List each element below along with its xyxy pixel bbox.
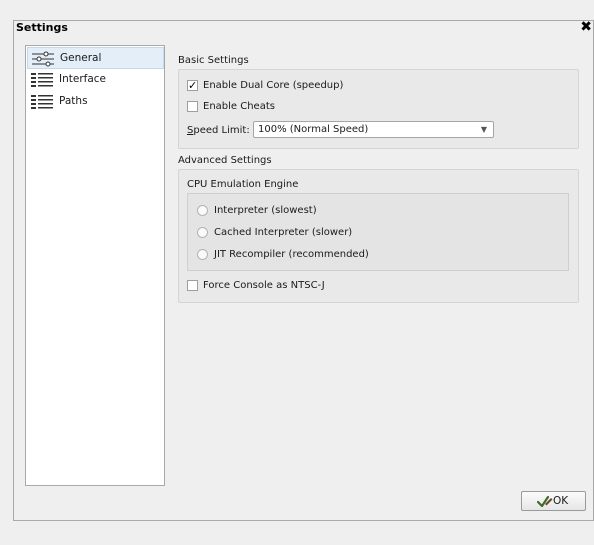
radio-button[interactable] bbox=[197, 227, 208, 238]
nav-label-general: General bbox=[60, 52, 102, 64]
title-bar: Settings ✖ bbox=[13, 19, 594, 37]
chevron-down-icon[interactable]: ▼ bbox=[481, 125, 487, 134]
cpu-engine-title: CPU Emulation Engine bbox=[187, 179, 299, 190]
list-icon bbox=[31, 95, 53, 109]
nav-item-general[interactable]: General bbox=[27, 47, 164, 69]
radio-button[interactable] bbox=[197, 205, 208, 216]
settings-nav-list: General Interface Paths bbox=[25, 45, 165, 486]
sliders-icon bbox=[32, 51, 54, 67]
radio-label-jit-recompiler: JIT Recompiler (recommended) bbox=[214, 249, 369, 260]
ok-button[interactable]: OK bbox=[521, 491, 586, 511]
speed-limit-label: Speed Limit: bbox=[187, 125, 250, 136]
checkbox-checked[interactable]: ✓ bbox=[187, 80, 198, 91]
nav-item-paths[interactable]: Paths bbox=[27, 91, 164, 113]
close-icon[interactable]: ✖ bbox=[580, 19, 592, 35]
checkbox-unchecked[interactable] bbox=[187, 101, 198, 112]
nav-label-interface: Interface bbox=[59, 73, 107, 85]
basic-settings-title: Basic Settings bbox=[178, 55, 249, 66]
nav-label-paths: Paths bbox=[59, 95, 88, 107]
ok-label: OK bbox=[553, 495, 569, 507]
speed-limit-label-rest: peed Limit: bbox=[193, 125, 250, 136]
checkmark-pencil-icon bbox=[537, 495, 553, 508]
advanced-settings-title: Advanced Settings bbox=[178, 155, 272, 166]
radio-label-interpreter: Interpreter (slowest) bbox=[214, 205, 317, 216]
checkbox-unchecked[interactable] bbox=[187, 280, 198, 291]
window-title: Settings bbox=[16, 21, 68, 34]
ntsc-label: Force Console as NTSC-J bbox=[203, 280, 325, 291]
dual-core-label: Enable Dual Core (speedup) bbox=[203, 80, 344, 91]
cheats-label: Enable Cheats bbox=[203, 101, 275, 112]
list-icon bbox=[31, 73, 53, 87]
speed-limit-select[interactable]: 100% (Normal Speed) ▼ bbox=[253, 121, 494, 138]
speed-limit-value: 100% (Normal Speed) bbox=[258, 124, 369, 135]
radio-label-cached-interpreter: Cached Interpreter (slower) bbox=[214, 227, 353, 238]
radio-button[interactable] bbox=[197, 249, 208, 260]
nav-item-interface[interactable]: Interface bbox=[27, 69, 164, 91]
